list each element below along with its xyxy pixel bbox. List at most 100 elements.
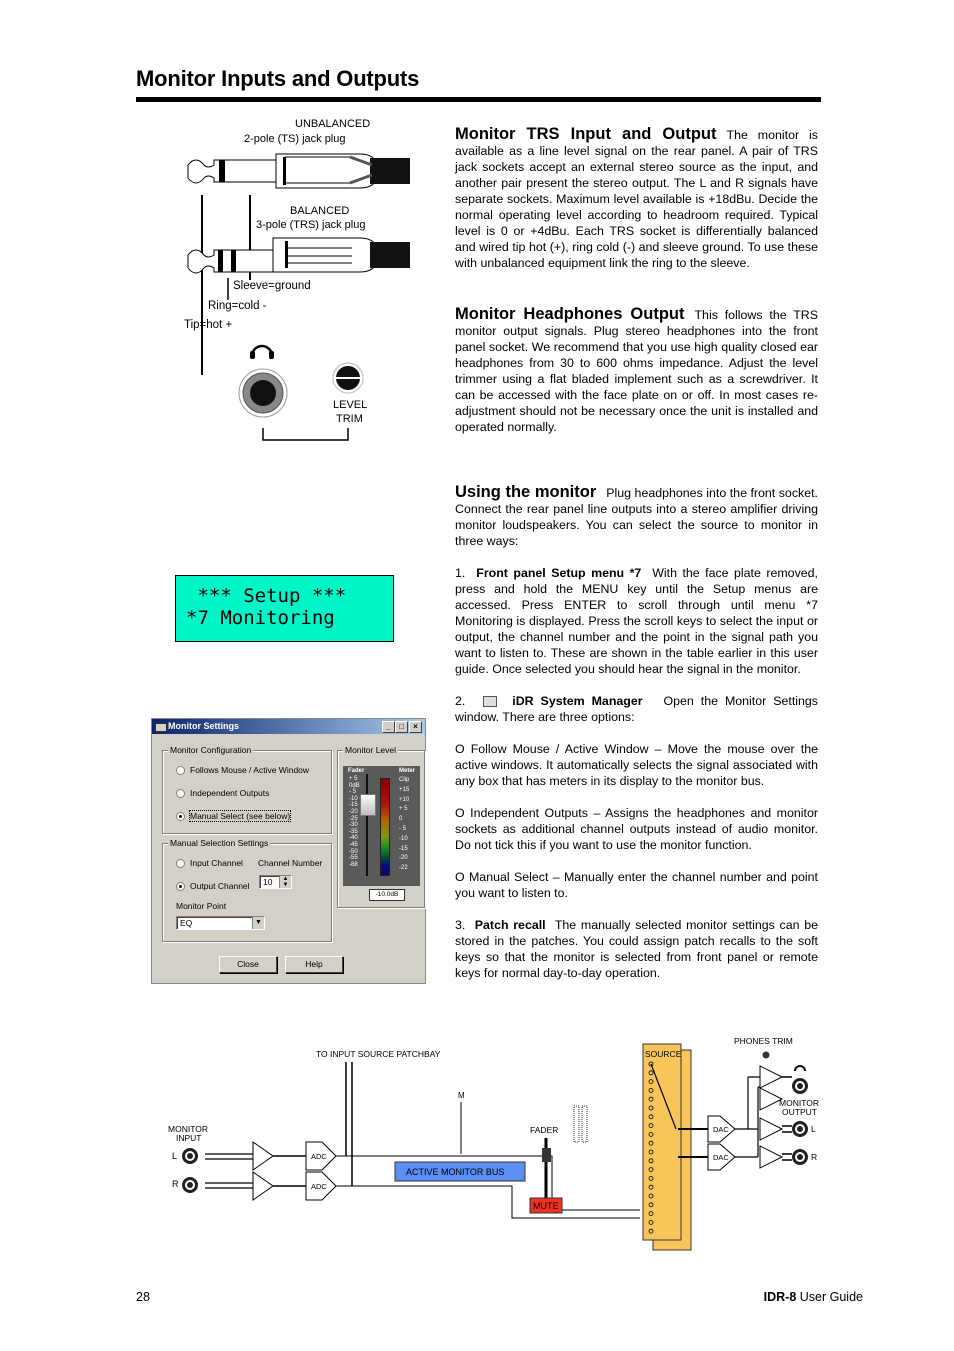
radio-label: Output Channel <box>190 881 250 891</box>
fader-tick-label: -50 <box>349 848 358 855</box>
page-number: 28 <box>136 1290 150 1304</box>
meter-tick-label: - 5 <box>399 825 407 832</box>
fader-track <box>366 774 368 876</box>
monitor-point-value: EQ <box>180 918 193 928</box>
meter-tick-label: +10 <box>399 796 410 803</box>
close-button[interactable]: Close <box>219 956 277 973</box>
radio-selected-icon <box>176 811 185 821</box>
dialog-title-bar[interactable]: Monitor Settings _ □ × <box>152 719 425 734</box>
level-meter-panel: Fader Meter + 5 0dB - 5 -10 -15 -20 -25 -30 -35-… <box>343 766 420 901</box>
lcd-line-2: *7 Monitoring <box>186 607 335 629</box>
headphones-heading: Monitor Headphones Output <box>455 305 685 323</box>
monitor-point-label: Monitor Point <box>176 901 227 911</box>
radio-follows-mouse[interactable]: Follows Mouse / Active Window <box>176 765 309 775</box>
radio-label: Independent Outputs <box>190 788 270 798</box>
output-l-socket-icon <box>792 1121 808 1137</box>
input-l-label: L <box>172 1151 177 1161</box>
monitor-point-select[interactable]: EQ ▼ <box>176 916 265 930</box>
fader-tick-label: 0dB <box>349 782 360 789</box>
radio-manual-select[interactable]: Manual Select (see below) <box>176 810 292 822</box>
unbalanced-sub: 2-pole (TS) jack plug <box>244 133 346 145</box>
radio-input-channel[interactable]: Input Channel <box>176 858 243 868</box>
maximize-button[interactable]: □ <box>395 721 408 733</box>
minimize-button[interactable]: _ <box>382 721 395 733</box>
fader-scale: + 5 0dB - 5 -10 -15 -20 -25 -30 -35 -40 -45 -50 -55-… <box>349 776 360 868</box>
headphones-body: This follows the TRS monitor output sign… <box>455 308 818 434</box>
step3-number: 3. <box>455 918 466 932</box>
lcd-line-1: *** Setup *** <box>186 585 347 607</box>
fader-tick-label: - 5 <box>349 789 357 796</box>
fader-tick-label: -15 <box>349 802 358 809</box>
input-r-socket-icon <box>182 1177 198 1193</box>
fader-tick-label: -40 <box>349 835 358 842</box>
headphones-icon <box>794 1065 806 1072</box>
level-trim-label-2: TRIM <box>336 413 363 425</box>
input-amplifier-icon <box>252 1141 274 1201</box>
chevron-down-icon[interactable]: ▼ <box>252 917 264 929</box>
meter-tick-label: +15 <box>399 786 410 793</box>
radio-independent-outputs[interactable]: Independent Outputs <box>176 788 269 798</box>
section-using: Using the monitor Plug headphones into th… <box>455 484 818 981</box>
fader-tick-label: -20 <box>349 808 358 815</box>
radio-label: Manual Select (see below) <box>188 810 292 822</box>
section-trs: Monitor TRS Input and Output The monitor … <box>455 126 818 271</box>
step1-title: Front panel Setup menu *7 <box>476 566 642 580</box>
channel-number-spinner[interactable]: 10 ▲ ▼ <box>259 875 292 889</box>
tip-label: Tip=hot + <box>184 319 232 331</box>
fader-tick-label: + 5 <box>349 776 358 782</box>
monitor-input-label-2: INPUT <box>176 1133 202 1143</box>
fader-tick-label: -25 <box>349 815 358 822</box>
ts-jack-plug-icon <box>187 153 410 189</box>
meter-scale: Clip +15 +10 + 5 0 - 5 -10 -15 -20 -22 <box>399 776 409 874</box>
meter-tick-label: -20 <box>399 855 408 862</box>
input-l-socket-icon <box>182 1148 198 1164</box>
monitor-signal-flow-diagram: TO INPUT SOURCE PATCHBAY MONITOR INPUT L… <box>168 1036 819 1251</box>
radio-icon <box>176 765 185 775</box>
trs-body: The monitor is available as a line level… <box>455 128 818 270</box>
monitor-configuration-group: Monitor Configuration Follows Mouse / Ac… <box>162 745 332 834</box>
fader-handle[interactable] <box>360 794 376 816</box>
step2-number: 2. <box>455 694 466 708</box>
option-manual-select: O Manual Select – Manually enter the cha… <box>455 870 818 900</box>
help-button[interactable]: Help <box>285 956 343 973</box>
m-label: M <box>458 1091 465 1100</box>
meter-label: Meter <box>399 768 416 774</box>
phones-socket-icon <box>792 1078 808 1094</box>
section-headphones: Monitor Headphones Output This follows th… <box>455 306 818 435</box>
adc-block <box>305 1141 337 1201</box>
level-meter-bar <box>380 778 390 876</box>
adc-l-label: ADC <box>311 1152 327 1161</box>
phones-trim-icon <box>762 1051 770 1059</box>
level-meter-icon <box>573 1105 588 1143</box>
balanced-title: BALANCED <box>290 205 349 217</box>
input-r-label: R <box>172 1179 179 1189</box>
balanced-sub: 3-pole (TRS) jack plug <box>256 219 365 231</box>
fader-tick-label: -10 <box>349 795 358 802</box>
output-l-label: L <box>811 1124 816 1134</box>
option-follow-mouse: O Follow Mouse / Active Window – Move th… <box>455 742 818 788</box>
output-r-label: R <box>811 1152 817 1162</box>
radio-label: Input Channel <box>190 858 243 868</box>
jack-plug-diagram: UNBALANCED 2-pole (TS) jack plug BALANCE… <box>184 118 410 441</box>
radio-selected-icon <box>176 881 185 891</box>
radio-output-channel[interactable]: Output Channel <box>176 881 250 891</box>
patchbay-label: TO INPUT SOURCE PATCHBAY <box>316 1049 441 1059</box>
fader-label: Fader <box>348 768 365 774</box>
phones-trim-label: PHONES TRIM <box>734 1036 793 1046</box>
dac-r-label: DAC <box>713 1153 729 1162</box>
level-trim-label: LEVEL <box>333 399 367 411</box>
spinner-arrows-icon[interactable]: ▲ ▼ <box>279 876 291 888</box>
radio-icon <box>176 788 185 798</box>
headphones-socket-icon <box>238 368 288 418</box>
level-trim-icon <box>332 362 364 394</box>
headphones-icon <box>250 344 274 359</box>
fader-knob-icon <box>542 1148 551 1162</box>
manual-selection-label: Manual Selection Settings <box>168 838 271 848</box>
trs-heading: Monitor TRS Input and Output <box>455 125 717 143</box>
page-title: Monitor Inputs and Outputs <box>136 66 420 91</box>
fader-tick-label: -30 <box>349 822 358 829</box>
dialog-title: Monitor Settings <box>168 721 239 731</box>
monitor-output-label-2: OUTPUT <box>782 1107 817 1117</box>
close-window-button[interactable]: × <box>409 721 422 733</box>
title-rule <box>136 97 821 102</box>
